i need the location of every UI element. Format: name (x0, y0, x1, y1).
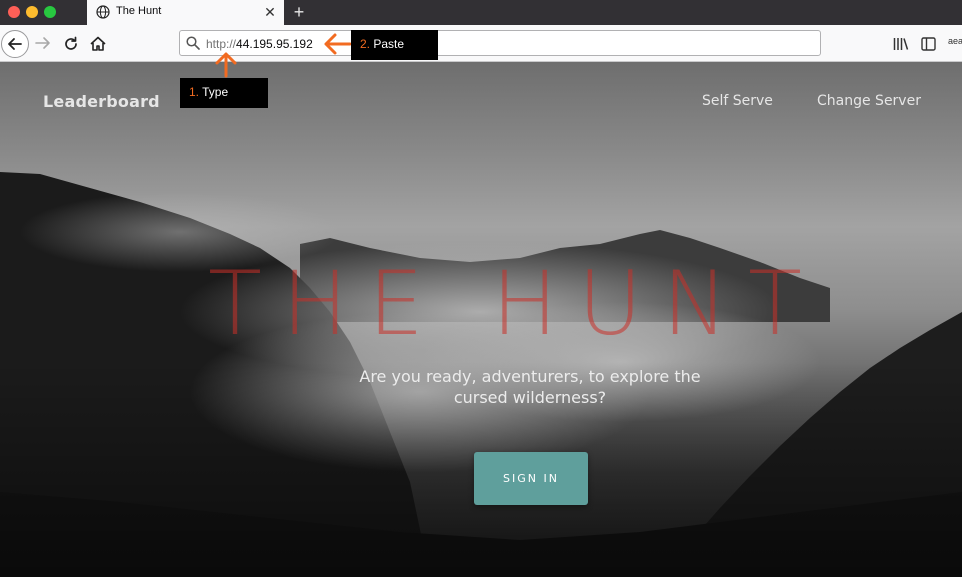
type-step-number: 1. (189, 85, 200, 99)
tab-strip: The Hunt ✕ + (0, 0, 962, 25)
paste-arrow-icon (324, 33, 352, 55)
change-server-link[interactable]: Change Server (817, 93, 921, 109)
web-page: Leaderboard Self Serve Change Server THE… (0, 62, 962, 577)
reload-icon[interactable] (62, 35, 80, 53)
url-text[interactable]: http://44.195.95.192 (206, 37, 313, 51)
tab-title: The Hunt (116, 5, 162, 17)
url-scheme: http:// (206, 37, 237, 51)
close-window-button[interactable] (8, 6, 20, 18)
minimize-window-button[interactable] (26, 6, 38, 18)
sidebar-icon[interactable] (921, 37, 936, 51)
type-arrow-icon (215, 52, 237, 78)
globe-icon (96, 5, 110, 19)
type-step-text: Type (199, 85, 229, 99)
new-tab-button[interactable]: + (289, 1, 309, 23)
paste-step-number: 2. (360, 37, 371, 51)
forward-arrow-icon[interactable] (34, 35, 52, 51)
address-bar[interactable]: http://44.195.95.192 (179, 30, 821, 56)
navigation-toolbar: http://44.195.95.192 aea (0, 25, 962, 62)
close-tab-icon[interactable]: ✕ (262, 3, 278, 21)
hero-title: THE HUNT (208, 252, 822, 355)
back-arrow-icon (8, 38, 22, 50)
type-annotation: 1. Type (180, 78, 268, 108)
library-icon[interactable] (893, 37, 909, 51)
back-button[interactable] (1, 30, 29, 58)
hero-subtitle: Are you ready, adventurers, to explore t… (359, 367, 701, 407)
home-icon[interactable] (89, 35, 107, 53)
zoom-window-button[interactable] (44, 6, 56, 18)
paste-step-text: Paste (370, 37, 405, 51)
search-icon (186, 36, 200, 50)
paste-annotation: 2. Paste (351, 30, 438, 60)
url-host: 44.195.95.192 (236, 37, 313, 51)
leaderboard-link[interactable]: Leaderboard (43, 92, 160, 111)
amazon-extension-icon[interactable]: aea (948, 36, 962, 50)
sign-in-button[interactable]: SIGN IN (474, 452, 588, 505)
self-serve-link[interactable]: Self Serve (702, 93, 773, 109)
tab-the-hunt[interactable]: The Hunt ✕ (87, 0, 284, 25)
